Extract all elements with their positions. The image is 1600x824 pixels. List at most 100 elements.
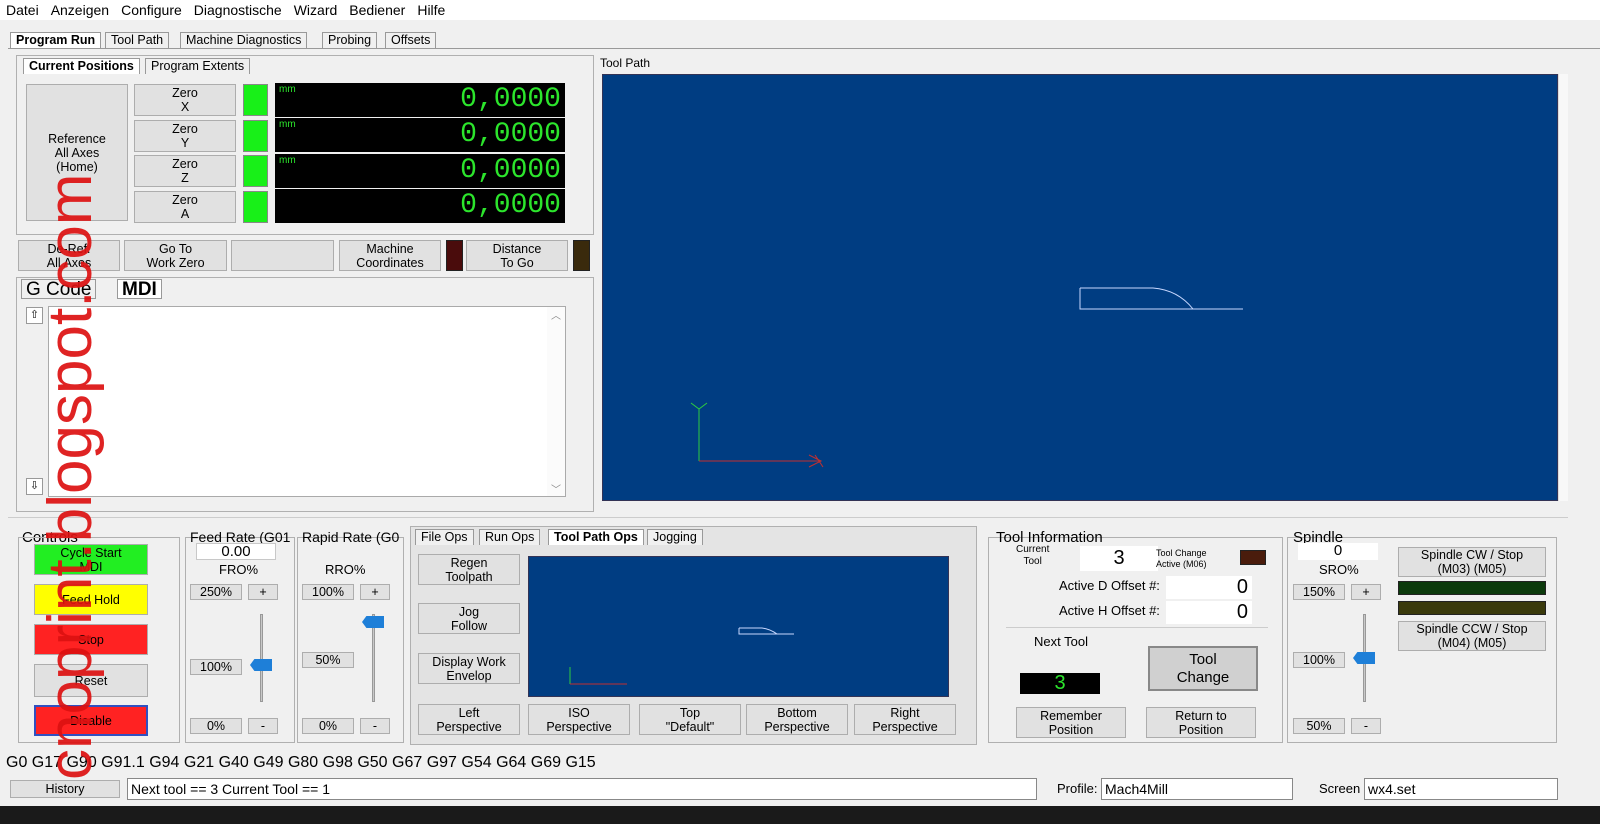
spindle-cw-led (1398, 581, 1546, 595)
jog-follow-button[interactable]: Jog Follow (418, 603, 520, 634)
menu-bediener[interactable]: Bediener (343, 2, 411, 18)
axis-x-led (243, 84, 268, 116)
mdi-scrollbar[interactable]: ︿ ﹀ (547, 307, 565, 496)
remember-position-button[interactable]: Remember Position (1016, 707, 1126, 738)
fro-minus-button[interactable]: - (248, 718, 278, 734)
sro-slider-thumb[interactable] (1353, 652, 1375, 664)
goto-work-zero-button[interactable]: Go To Work Zero (124, 240, 227, 271)
axis-z-led (243, 155, 268, 187)
tab-run-ops[interactable]: Run Ops (479, 529, 541, 545)
toolpath-drawing (690, 287, 1243, 468)
tool-change-button[interactable]: Tool Change (1148, 646, 1258, 691)
fro-slider-thumb[interactable] (250, 659, 272, 671)
menu-hilfe[interactable]: Hilfe (411, 2, 451, 18)
rro-slider-thumb[interactable] (362, 616, 384, 628)
history-button[interactable]: History (10, 780, 120, 798)
dro-z: mm 0,0000 (275, 154, 565, 188)
display-work-envelope-button[interactable]: Display Work Envelop (418, 653, 520, 684)
scrollbar-up-icon[interactable]: ︿ (547, 307, 565, 322)
tab-tool-path-ops[interactable]: Tool Path Ops (548, 529, 644, 545)
distance-to-go-button[interactable]: Distance To Go (466, 240, 568, 271)
taskbar (0, 806, 1600, 824)
left-perspective-button[interactable]: Left Perspective (418, 704, 520, 735)
fro-min-button[interactable]: 0% (190, 718, 242, 734)
spindle-ccw-button[interactable]: Spindle CCW / Stop (M04) (M05) (1398, 621, 1546, 651)
dro-x: mm 0,0000 (275, 83, 565, 117)
dro-z-unit: mm (279, 155, 296, 166)
rro-current: 50% (302, 652, 354, 668)
iso-perspective-button[interactable]: ISO Perspective (528, 704, 630, 735)
rro-max-button[interactable]: 100% (302, 584, 354, 600)
spindle-cw-button[interactable]: Spindle CW / Stop (M03) (M05) (1398, 547, 1546, 577)
dro-x-value: 0,0000 (460, 84, 561, 115)
mdi-input[interactable]: ︿ ﹀ (48, 306, 566, 497)
dro-a-value: 0,0000 (460, 190, 561, 221)
lower-divider (8, 517, 1568, 518)
axis-y-label-icon (690, 402, 708, 410)
right-perspective-button[interactable]: Right Perspective (854, 704, 956, 735)
rro-minus-button[interactable]: - (360, 718, 390, 734)
menu-datei[interactable]: Datei (0, 2, 45, 18)
tab-current-positions[interactable]: Current Positions (23, 58, 140, 74)
next-tool-value: 3 (1020, 673, 1100, 694)
top-default-button[interactable]: Top "Default" (639, 704, 741, 735)
active-d-value: 0 (1166, 576, 1252, 599)
sro-minus-button[interactable]: - (1351, 718, 1381, 734)
bottom-perspective-button[interactable]: Bottom Perspective (746, 704, 848, 735)
mini-toolpath-line (738, 627, 794, 635)
screen-label: Screen (1319, 781, 1361, 796)
zero-x-button[interactable]: Zero X (134, 84, 236, 116)
tab-offsets[interactable]: Offsets (385, 32, 437, 48)
sro-max-button[interactable]: 150% (1293, 584, 1345, 600)
mini-toolpath-view[interactable] (528, 556, 949, 697)
tab-mdi[interactable]: MDI (117, 279, 162, 299)
mini-toolpath-drawing (569, 627, 794, 685)
zero-a-button[interactable]: Zero A (134, 191, 236, 223)
main-tabs: Program Run Tool Path Machine Diagnostic… (10, 32, 610, 49)
machine-coordinates-button[interactable]: Machine Coordinates (339, 240, 441, 271)
current-tool-value: 3 (1080, 546, 1158, 571)
tab-program-extents[interactable]: Program Extents (145, 58, 251, 74)
watermark-text: cnoprint.blogspot.com (36, 173, 105, 780)
active-h-value: 0 (1166, 601, 1252, 624)
zero-y-button[interactable]: Zero Y (134, 120, 236, 152)
tab-tool-path[interactable]: Tool Path (105, 32, 170, 48)
menu-anzeigen[interactable]: Anzeigen (45, 2, 115, 18)
sro-current: 100% (1293, 652, 1345, 668)
dro-a: 0,0000 (275, 189, 565, 223)
toolpath-scrollbar[interactable] (1558, 74, 1568, 501)
dro-y: mm 0,0000 (275, 118, 565, 152)
scrollbar-down-icon[interactable]: ﹀ (547, 481, 565, 496)
tool-info-divider (1006, 627, 1268, 628)
blank-button[interactable] (231, 240, 334, 271)
rro-min-button[interactable]: 0% (302, 718, 354, 734)
return-to-position-button[interactable]: Return to Position (1146, 707, 1256, 738)
tab-program-run[interactable]: Program Run (10, 32, 102, 48)
tool-change-active-label: Tool Change Active (M06) (1156, 548, 1207, 569)
status-message: Next tool == 3 Current Tool == 1 (127, 778, 1037, 800)
fro-plus-button[interactable]: + (248, 584, 278, 600)
tab-machine-diagnostics[interactable]: Machine Diagnostics (180, 32, 308, 48)
axis-a-led (243, 191, 268, 223)
toolpath-view[interactable] (602, 74, 1558, 501)
sro-min-button[interactable]: 50% (1293, 718, 1345, 734)
dro-x-unit: mm (279, 84, 296, 95)
rro-plus-button[interactable]: + (360, 584, 390, 600)
zero-z-button[interactable]: Zero Z (134, 155, 236, 187)
machine-coords-led (446, 240, 463, 271)
regen-toolpath-button[interactable]: Regen Toolpath (418, 554, 520, 585)
tab-file-ops[interactable]: File Ops (415, 529, 474, 545)
menu-diagnostische[interactable]: Diagnostische (188, 2, 288, 18)
menu-wizard[interactable]: Wizard (288, 2, 344, 18)
tab-jogging[interactable]: Jogging (647, 529, 703, 545)
rro-label: RRO% (325, 562, 366, 577)
profile-value: Mach4Mill (1101, 778, 1293, 800)
active-d-label: Active D Offset #: (1059, 578, 1160, 593)
sro-plus-button[interactable]: + (1351, 584, 1381, 600)
menu-configure[interactable]: Configure (115, 2, 188, 18)
dro-y-unit: mm (279, 119, 296, 130)
tab-probing[interactable]: Probing (322, 32, 378, 48)
rapid-rate-title: Rapid Rate (G0 (302, 529, 400, 545)
fro-slider-track[interactable] (260, 614, 263, 702)
fro-max-button[interactable]: 250% (190, 584, 242, 600)
